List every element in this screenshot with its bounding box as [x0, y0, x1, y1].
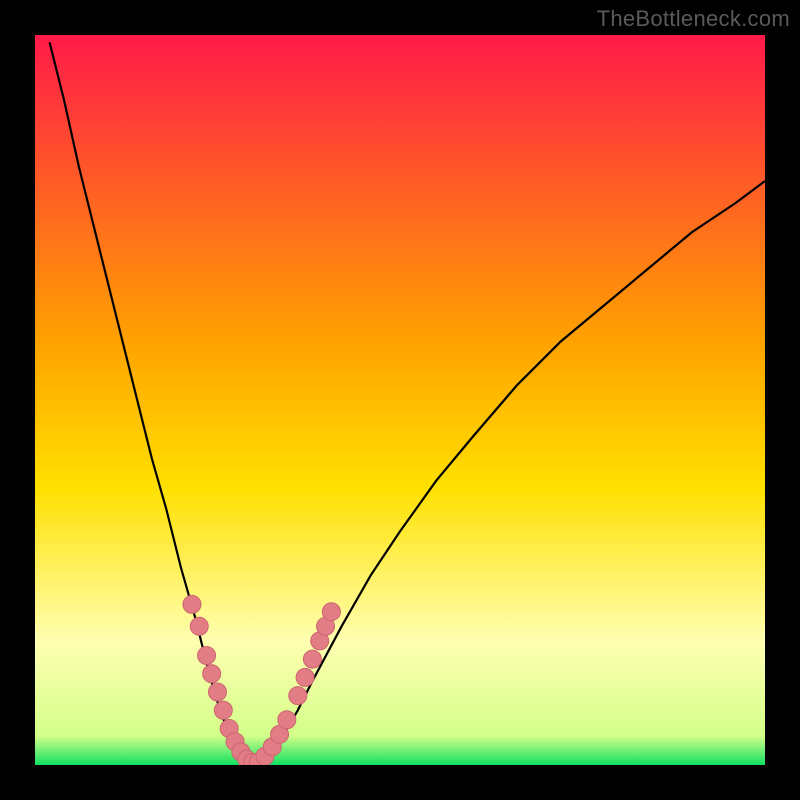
data-marker [296, 668, 314, 686]
plot-area [35, 35, 765, 765]
data-marker [198, 647, 216, 665]
data-marker [322, 603, 340, 621]
data-marker [190, 617, 208, 635]
data-marker [209, 683, 227, 701]
data-marker [278, 711, 296, 729]
data-marker [214, 701, 232, 719]
data-marker [303, 650, 321, 668]
data-marker [203, 665, 221, 683]
chart-svg [35, 35, 765, 765]
data-marker [183, 595, 201, 613]
background-gradient [35, 35, 765, 765]
chart-frame: TheBottleneck.com [0, 0, 800, 800]
watermark-text: TheBottleneck.com [597, 6, 790, 32]
data-marker [289, 687, 307, 705]
